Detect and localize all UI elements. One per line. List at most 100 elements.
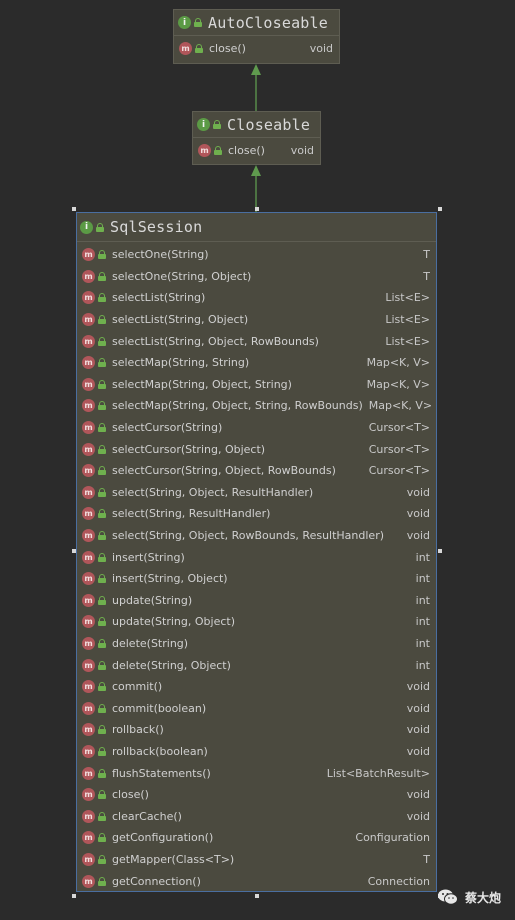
resize-handle-right[interactable]	[438, 549, 442, 553]
method-row[interactable]: m close() void	[174, 38, 339, 59]
method-icon: m	[82, 269, 95, 283]
resize-handle-left[interactable]	[72, 549, 76, 553]
method-row[interactable]: m selectOne(String, Object) T	[77, 266, 436, 288]
method-row[interactable]: m close() void	[193, 140, 320, 161]
class-name: Closeable	[227, 115, 311, 134]
resize-handle-top-left[interactable]	[72, 207, 76, 211]
method-name: selectList(String, Object, RowBounds)	[112, 334, 319, 348]
method-icon: m	[82, 248, 95, 262]
return-type: int	[415, 593, 430, 607]
return-type: void	[406, 744, 430, 758]
resize-handle-top[interactable]	[255, 207, 259, 211]
method-row[interactable]: m rollback(boolean) void	[77, 741, 436, 763]
method-name: update(String, Object)	[112, 615, 235, 629]
return-type: void	[406, 809, 430, 823]
resize-handle-bottom-left[interactable]	[72, 894, 76, 898]
public-lock-icon	[98, 336, 106, 346]
method-row[interactable]: m selectList(String, Object, RowBounds) Li…	[77, 330, 436, 352]
public-lock-icon	[98, 487, 106, 497]
resize-handle-top-right[interactable]	[438, 207, 442, 211]
method-row[interactable]: m delete(String, Object) int	[77, 654, 436, 676]
return-type: List<BatchResult>	[326, 766, 430, 780]
method-row[interactable]: m selectMap(String, String) Map<K, V>	[77, 352, 436, 374]
method-row[interactable]: m selectMap(String, Object, String) Map<K,…	[77, 374, 436, 396]
class-node-closeable[interactable]: i Closeable m close() void	[192, 111, 321, 165]
return-type: void	[406, 701, 430, 715]
return-type: Cursor<T>	[368, 421, 430, 435]
method-name: select(String, ResultHandler)	[112, 507, 271, 521]
method-row[interactable]: m commit(boolean) void	[77, 697, 436, 719]
public-lock-icon	[98, 574, 106, 584]
public-lock-icon	[98, 358, 106, 368]
method-row[interactable]: m selectOne(String) T	[77, 244, 436, 266]
return-type: void	[406, 723, 430, 737]
public-lock-icon	[98, 746, 106, 756]
public-lock-icon	[98, 401, 106, 411]
resize-handle-bottom[interactable]	[255, 894, 259, 898]
return-type: Map<K, V>	[366, 377, 430, 391]
method-row[interactable]: m selectCursor(String, Object, RowBounds)…	[77, 460, 436, 482]
method-row[interactable]: m close() void	[77, 784, 436, 806]
interface-icon: i	[80, 220, 93, 234]
return-type: Connection	[367, 874, 430, 888]
public-lock-icon	[98, 790, 106, 800]
method-icon: m	[82, 788, 95, 802]
method-row[interactable]: m selectList(String) List<E>	[77, 287, 436, 309]
method-name: select(String, Object, RowBounds, Result…	[112, 529, 385, 543]
method-icon: m	[82, 874, 95, 888]
return-type: void	[406, 507, 430, 521]
method-name: select(String, Object, ResultHandler)	[112, 485, 314, 499]
method-row[interactable]: m getConfiguration() Configuration	[77, 827, 436, 849]
class-node-autocloseable[interactable]: i AutoCloseable m close() void	[173, 9, 340, 64]
class-node-sqlsession[interactable]: i SqlSession m selectOne(String) Tm selectO…	[76, 212, 437, 892]
method-name: close()	[209, 42, 246, 55]
method-name: delete(String, Object)	[112, 658, 231, 672]
method-icon: m	[82, 442, 95, 456]
method-row[interactable]: m commit() void	[77, 676, 436, 698]
method-icon: m	[82, 831, 95, 845]
method-name: delete(String)	[112, 636, 189, 650]
method-row[interactable]: m getMapper(Class<T>) T	[77, 849, 436, 871]
method-icon: m	[82, 356, 95, 370]
method-icon: m	[82, 852, 95, 866]
method-row[interactable]: m select(String, ResultHandler) void	[77, 503, 436, 525]
method-icon: m	[82, 680, 95, 694]
method-row[interactable]: m rollback() void	[77, 719, 436, 741]
method-row[interactable]: m clearCache() void	[77, 805, 436, 827]
method-icon: m	[82, 744, 95, 758]
class-name: AutoCloseable	[208, 13, 328, 32]
method-icon: m	[198, 144, 211, 157]
return-type: void	[406, 788, 430, 802]
return-type: void	[406, 485, 430, 499]
method-row[interactable]: m select(String, Object, RowBounds, Resul…	[77, 525, 436, 547]
method-row[interactable]: m insert(String) int	[77, 546, 436, 568]
method-row[interactable]: m selectList(String, Object) List<E>	[77, 309, 436, 331]
method-icon: m	[82, 550, 95, 564]
method-list: m close() void	[174, 36, 339, 59]
method-row[interactable]: m selectCursor(String) Cursor<T>	[77, 417, 436, 439]
method-name: getMapper(Class<T>)	[112, 852, 235, 866]
method-row[interactable]: m insert(String, Object) int	[77, 568, 436, 590]
method-row[interactable]: m getConnection() Connection	[77, 870, 436, 892]
public-lock-icon	[98, 876, 106, 886]
method-row[interactable]: m flushStatements() List<BatchResult>	[77, 762, 436, 784]
wechat-icon	[437, 889, 458, 905]
method-row[interactable]: m update(String, Object) int	[77, 611, 436, 633]
method-row[interactable]: m delete(String) int	[77, 633, 436, 655]
watermark: 蔡大炮	[437, 888, 501, 906]
method-icon: m	[82, 377, 95, 391]
public-lock-icon	[195, 44, 203, 53]
method-row[interactable]: m select(String, Object, ResultHandler) vo…	[77, 482, 436, 504]
method-name: selectCursor(String)	[112, 421, 223, 435]
method-icon: m	[82, 723, 95, 737]
public-lock-icon	[98, 595, 106, 605]
method-icon: m	[82, 334, 95, 348]
method-icon: m	[82, 421, 95, 435]
method-row[interactable]: m update(String) int	[77, 590, 436, 612]
method-name: clearCache()	[112, 809, 182, 823]
return-type: List<E>	[385, 291, 430, 305]
method-row[interactable]: m selectMap(String, Object, String, RowBo…	[77, 395, 436, 417]
method-icon: m	[82, 766, 95, 780]
method-row[interactable]: m selectCursor(String, Object) Cursor<T>	[77, 438, 436, 460]
method-name: insert(String, Object)	[112, 572, 228, 586]
